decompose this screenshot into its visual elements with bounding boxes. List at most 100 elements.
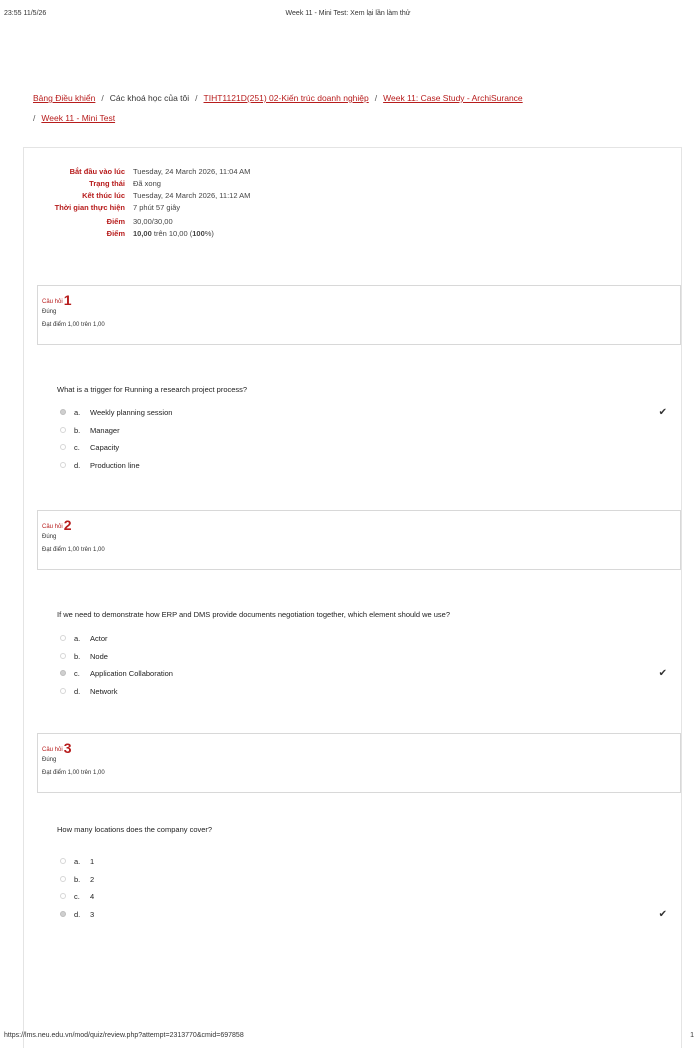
answer-option[interactable]: a. Weekly planning session ✔	[57, 404, 667, 422]
question-info-box: Câu hỏi1 Đúng Đạt điểm 1,00 trên 1,00	[37, 285, 681, 345]
answer-text: Manager	[90, 425, 120, 435]
radio-button[interactable]	[60, 670, 66, 677]
radio-button[interactable]	[60, 409, 66, 415]
answer-text: Weekly planning session	[90, 408, 173, 417]
question-state: Đúng	[42, 757, 57, 763]
radio-button[interactable]	[60, 875, 66, 882]
question-info-box: Câu hỏi2 Đúng Đạt điểm 1,00 trên 1,00	[37, 510, 681, 570]
radio-button[interactable]	[60, 426, 66, 433]
answer-list: a. Actor b. Node c. Application Collabor…	[57, 630, 667, 701]
print-title: Week 11 - Mini Test: Xem lại lần làm thử	[285, 10, 411, 17]
radio-button[interactable]	[60, 462, 66, 469]
answer-option[interactable]: a. Actor	[57, 630, 667, 648]
answer-text: 4	[90, 892, 95, 902]
answer-text: Node	[90, 651, 108, 661]
question-number-value: 2	[63, 517, 72, 533]
summary-label: Bắt đầu vào lúc	[69, 167, 125, 176]
answer-text: Production line	[90, 461, 140, 471]
question-state: Đúng	[42, 309, 57, 315]
answer-option[interactable]: d. Production line	[57, 457, 667, 475]
answer-letter: c.	[74, 892, 80, 902]
question-number: Câu hỏi2	[42, 517, 71, 533]
answer-text: 3	[90, 910, 95, 920]
answer-option[interactable]: c. Application Collaboration ✔	[57, 665, 667, 683]
answer-letter: d.	[74, 910, 81, 920]
answer-text: 1	[90, 857, 95, 866]
summary-label: Trạng thái	[89, 179, 125, 188]
print-url: https://lms.neu.edu.vn/mod/quiz/review.p…	[4, 1032, 244, 1039]
answer-text: Capacity	[90, 443, 120, 453]
radio-button[interactable]	[60, 444, 66, 451]
check-icon: ✔	[658, 668, 667, 680]
radio-button[interactable]	[60, 688, 66, 695]
summary-value: 7 phút 57 giây	[133, 203, 181, 212]
answer-letter: c.	[74, 443, 80, 453]
summary-value: Tuesday, 24 March 2026, 11:04 AM	[133, 167, 251, 176]
summary-label: Thời gian thực hiện	[54, 203, 125, 212]
radio-button[interactable]	[60, 858, 66, 864]
summary-row-time-taken: Thời gian thực hiện 7 phút 57 giây	[40, 202, 400, 214]
summary-value: Đã xong	[133, 179, 161, 188]
answer-letter: a.	[74, 634, 81, 643]
question-text: How many locations does the company cove…	[57, 825, 213, 834]
question-label: Câu hỏi	[42, 747, 63, 753]
summary-label: Kết thúc lúc	[82, 191, 125, 200]
answer-option[interactable]: b. 2	[57, 871, 667, 889]
summary-label: Điểm	[106, 229, 125, 238]
radio-button[interactable]	[60, 635, 66, 641]
radio-button[interactable]	[60, 893, 66, 900]
summary-row-completed: Kết thúc lúc Tuesday, 24 March 2026, 11:…	[40, 190, 400, 202]
summary-label: Điểm	[106, 217, 125, 226]
answer-letter: b.	[74, 651, 81, 661]
answer-option[interactable]: b. Node	[57, 648, 667, 666]
breadcrumb-dashboard[interactable]: Bảng Điều khiển	[33, 93, 95, 103]
answer-letter: b.	[74, 874, 81, 884]
question-label: Câu hỏi	[42, 299, 63, 305]
answer-option[interactable]: c. 4	[57, 888, 667, 906]
answer-list: a. Weekly planning session ✔ b. Manager …	[57, 404, 667, 475]
breadcrumb-separator: /	[195, 93, 198, 103]
question-number-value: 3	[63, 740, 72, 756]
breadcrumb-mini-test[interactable]: Week 11 - Mini Test	[41, 113, 115, 123]
question-label: Câu hỏi	[42, 524, 63, 530]
breadcrumb: Bảng Điều khiển / Các khoá học của tôi / TIH…	[33, 88, 673, 128]
answer-text: Actor	[90, 634, 108, 643]
question-number-value: 1	[63, 292, 72, 308]
answer-option[interactable]: a. 1	[57, 853, 667, 871]
print-footer: https://lms.neu.edu.vn/mod/quiz/review.p…	[0, 1032, 696, 1043]
grade-score: 10,00	[133, 229, 152, 238]
question-grade: Đạt điểm 1,00 trên 1,00	[42, 770, 105, 776]
radio-button[interactable]	[60, 911, 66, 918]
check-icon: ✔	[658, 909, 667, 921]
breadcrumb-separator: /	[374, 93, 378, 103]
radio-button[interactable]	[60, 652, 66, 659]
question-number: Câu hỏi3	[42, 740, 71, 756]
summary-row-grade: Điểm 10,00 trên 10,00 (100%)	[40, 228, 400, 240]
attempt-summary: Bắt đầu vào lúc Tuesday, 24 March 2026, …	[40, 166, 400, 240]
answer-letter: c.	[74, 669, 80, 679]
answer-option[interactable]: d. Network	[57, 683, 667, 701]
question-text: What is a trigger for Running a research…	[57, 385, 248, 394]
breadcrumb-separator: /	[101, 93, 104, 103]
answer-letter: d.	[74, 461, 81, 471]
summary-row-marks: Điểm 30,00/30,00	[40, 216, 400, 228]
summary-value: 30,00/30,00	[133, 217, 173, 226]
answer-option[interactable]: d. 3 ✔	[57, 906, 667, 924]
breadcrumb-course[interactable]: TIHT1121D(251) 02-Kiến trúc doanh nghiệp	[204, 93, 369, 103]
answer-option[interactable]: c. Capacity	[57, 439, 667, 457]
print-header: 23:55 11/5/26 Week 11 - Mini Test: Xem l…	[0, 0, 696, 20]
answer-text: Application Collaboration	[90, 669, 173, 679]
question-number: Câu hỏi1	[42, 292, 71, 308]
answer-option[interactable]: b. Manager	[57, 422, 667, 440]
answer-letter: b.	[74, 425, 81, 435]
question-grade: Đạt điểm 1,00 trên 1,00	[42, 322, 105, 328]
question-grade: Đạt điểm 1,00 trên 1,00	[42, 547, 105, 553]
answer-list: a. 1 b. 2 c. 4 d. 3 ✔	[57, 853, 667, 924]
breadcrumb-week[interactable]: Week 11: Case Study - ArchiSurance	[383, 93, 523, 103]
check-icon: ✔	[658, 407, 667, 418]
grade-text-end: %)	[204, 229, 214, 238]
answer-text: Network	[90, 687, 118, 697]
summary-row-state: Trạng thái Đã xong	[40, 178, 400, 190]
grade-text: trên 10,00 (	[151, 229, 193, 238]
grade-percent: 100	[192, 229, 205, 238]
